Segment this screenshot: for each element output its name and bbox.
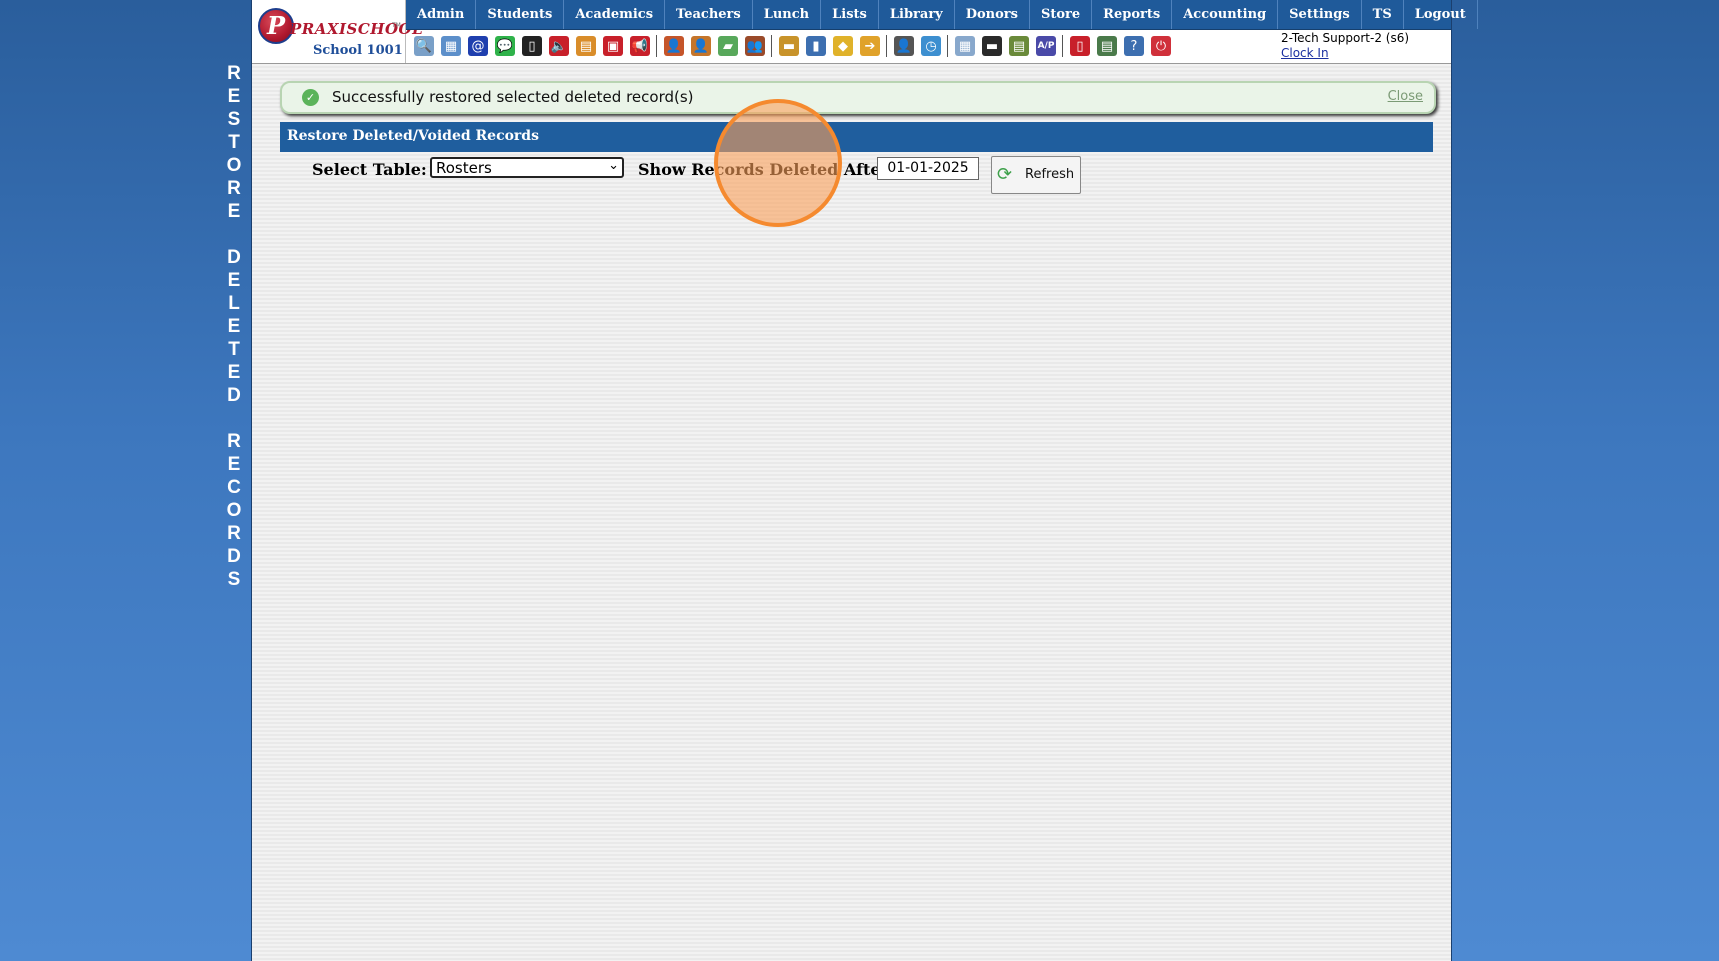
select-table-label: Select Table: [312, 160, 427, 179]
click-highlight [714, 99, 842, 227]
nav-item-lists[interactable]: Lists [821, 0, 879, 29]
money-icon[interactable]: ▰ [718, 36, 738, 56]
side-letter: O [226, 500, 242, 521]
pdf-icon[interactable]: ▯ [1070, 36, 1090, 56]
page-title: Restore Deleted/Voided Records [287, 128, 539, 144]
app-panel: P PRAXISCHOOL TM School 1001 Admin Studen… [251, 0, 1478, 961]
side-letter: E [227, 316, 241, 337]
grid-icon[interactable]: ▦ [441, 36, 461, 56]
success-banner: ✓ Successfully restored selected deleted… [280, 81, 1436, 114]
card-icon[interactable]: ▬ [982, 36, 1002, 56]
toolbar-separator [947, 35, 948, 57]
register-icon[interactable]: ▤ [1097, 36, 1117, 56]
filter-form: Select Table: Rosters ⌄ Show Records Del… [312, 156, 1412, 196]
refresh-icon: ⟳ [997, 164, 1013, 185]
side-letter: E [227, 201, 241, 222]
teacher-icon[interactable]: 👤 [894, 36, 914, 56]
nav-item-reports[interactable]: Reports [1092, 0, 1173, 29]
side-letter: T [228, 339, 240, 360]
calendar-icon[interactable]: ▣ [603, 36, 623, 56]
nav-item-settings[interactable]: Settings [1278, 0, 1362, 29]
side-letter: E [227, 270, 241, 291]
side-title-restore-deleted-records: RESTORE DELETED RECORDS [222, 62, 246, 591]
clock-in-link[interactable]: Clock In [1281, 46, 1409, 60]
nav-item-lunch[interactable]: Lunch [753, 0, 822, 29]
side-letter: O [226, 155, 242, 176]
select-table-dropdown[interactable]: Rosters ⌄ [430, 157, 624, 178]
side-letter [222, 407, 246, 430]
calculator-icon[interactable]: ▤ [576, 36, 596, 56]
banner-close-link[interactable]: Close [1388, 89, 1423, 104]
side-letter: D [227, 247, 241, 268]
section-header: Restore Deleted/Voided Records [280, 122, 1433, 152]
toolbar-separator [771, 35, 772, 57]
side-letter: R [227, 63, 241, 84]
chevron-down-icon: ⌄ [608, 158, 619, 173]
side-letter: E [227, 86, 241, 107]
printer-icon[interactable]: ▤ [1009, 36, 1029, 56]
refresh-label: Refresh [1025, 167, 1075, 182]
side-letter: E [227, 362, 241, 383]
add-user-icon[interactable]: 👤 [664, 36, 684, 56]
burger-icon[interactable]: ▬ [779, 36, 799, 56]
nav-item-teachers[interactable]: Teachers [665, 0, 753, 29]
toolbar-separator [1062, 35, 1063, 57]
nav-item-donors[interactable]: Donors [955, 0, 1030, 29]
nav-item-ts[interactable]: TS [1362, 0, 1404, 29]
side-letter: D [227, 546, 241, 567]
side-letter: D [227, 385, 241, 406]
side-letter: C [227, 477, 241, 498]
nav-item-accounting[interactable]: Accounting [1172, 0, 1279, 29]
search-icon[interactable]: 🔍 [414, 36, 434, 56]
side-letter [222, 223, 246, 246]
nav-item-academics[interactable]: Academics [564, 0, 666, 29]
success-message: Successfully restored selected deleted r… [332, 88, 694, 106]
chat-icon[interactable]: 💬 [495, 36, 515, 56]
main-nav: Admin Students Academics Teachers Lunch Lists… [406, 0, 1478, 30]
select-table-value: Rosters [436, 159, 492, 177]
toolbar-separator [656, 35, 657, 57]
logo-name: PRAXISCHOOL [290, 20, 424, 38]
table-icon[interactable]: ▦ [955, 36, 975, 56]
top-bar: P PRAXISCHOOL TM School 1001 Admin Studen… [252, 0, 1478, 64]
deleted-after-date-input[interactable]: 01-01-2025 [877, 157, 979, 180]
help-icon[interactable]: ? [1124, 36, 1144, 56]
side-letter: S [227, 569, 241, 590]
users-icon[interactable]: 👥 [745, 36, 765, 56]
logo-trademark: TM [392, 22, 401, 29]
book-icon[interactable]: ▮ [806, 36, 826, 56]
user-icon[interactable]: 👤 [691, 36, 711, 56]
icon-toolbar: 🔍 ▦ @ 💬 ▯ 🔈 ▤ ▣ 📢 👤 👤 ▰ 👥 ▬ ▮ ◆ ➔ 👤 ◷ ▦ ▬ ▤ A/P ▯ ▤? ⏻ [406, 30, 1270, 62]
ap-icon[interactable]: A/P [1036, 36, 1056, 56]
phone-icon[interactable]: ▯ [522, 36, 542, 56]
toolbar-separator [886, 35, 887, 57]
side-letter: S [227, 109, 241, 130]
side-letter: T [228, 132, 240, 153]
nav-item-library[interactable]: Library [879, 0, 955, 29]
clock-icon[interactable]: ◷ [921, 36, 941, 56]
tag-icon[interactable]: ◆ [833, 36, 853, 56]
side-letter: R [227, 431, 241, 452]
nav-item-admin[interactable]: Admin [406, 0, 477, 29]
speaker-icon[interactable]: 🔈 [549, 36, 569, 56]
user-name: 2-Tech Support-2 (s6) [1281, 31, 1410, 45]
nav-item-logout[interactable]: Logout [1404, 0, 1478, 29]
side-letter: R [227, 523, 241, 544]
side-letter: R [227, 178, 241, 199]
megaphone-icon[interactable]: 📢 [630, 36, 650, 56]
side-letter: E [227, 454, 241, 475]
praxischool-logo-icon: P [258, 8, 294, 44]
logo[interactable]: P PRAXISCHOOL TM School 1001 [252, 0, 423, 63]
school-name: School 1001 [313, 43, 403, 58]
arrow-right-icon[interactable]: ➔ [860, 36, 880, 56]
nav-item-store[interactable]: Store [1030, 0, 1093, 29]
side-letter: L [228, 293, 240, 314]
nav-item-students[interactable]: Students [476, 0, 565, 29]
power-icon[interactable]: ⏻ [1151, 36, 1171, 56]
user-info: 2-Tech Support-2 (s6) Clock In [1281, 31, 1409, 60]
check-circle-icon: ✓ [302, 89, 319, 106]
refresh-button[interactable]: ⟳ Refresh [991, 156, 1081, 194]
email-icon[interactable]: @ [468, 36, 488, 56]
